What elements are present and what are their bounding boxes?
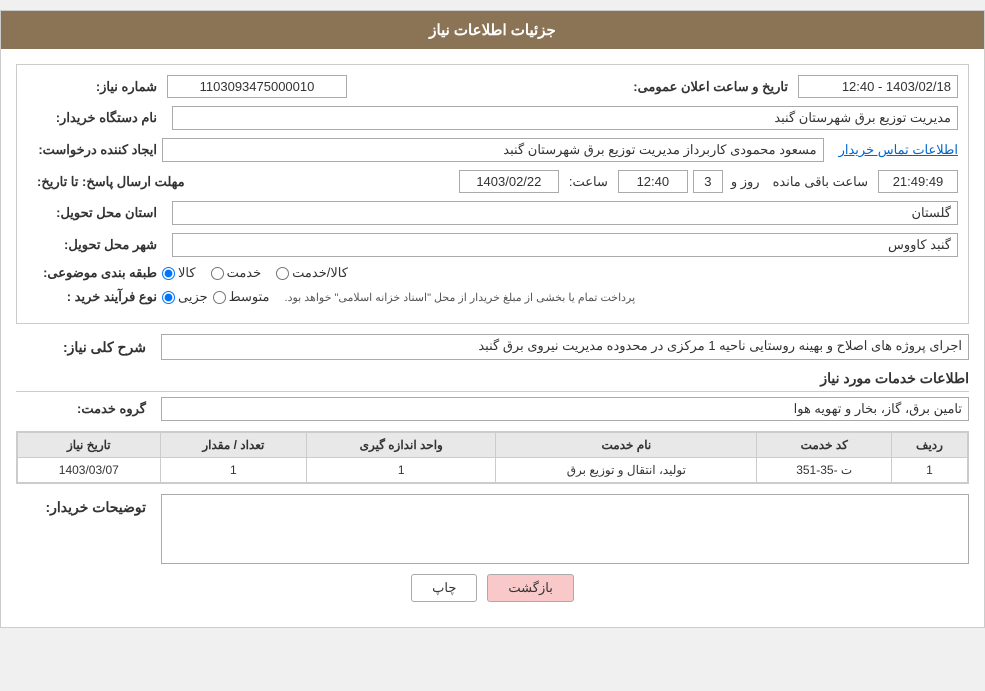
shahrMahal-value: گنبد کاووس [172,233,958,257]
page-title: جزئیات اطلاعات نیاز [429,22,556,39]
tozihatKharidar-textarea[interactable] [161,494,969,564]
mohlatErsalPasokh-label: مهلت ارسال پاسخ: تا تاریخ: [37,174,185,190]
noeFarayand-mottavaset[interactable]: متوسط [213,289,270,305]
print-button[interactable]: چاپ [411,574,477,602]
saat-value: 12:40 [618,170,688,193]
saatBaghimande-label: ساعت باقی مانده [773,174,868,190]
tabaqebandi-label: طبقه بندی موضوعی: [37,265,157,281]
ijadKonande-group: اطلاعات تماس خریدار مسعود محمودی کاربردا… [162,138,958,162]
back-button[interactable]: بازگشت [487,574,573,602]
table-cell: ت -35-351 [757,458,891,483]
sharheKolli-value: اجرای پروژه های اصلاح و بهینه روستایی نا… [161,334,969,360]
table-cell: تولید، انتقال و توزیع برق [496,458,757,483]
namDastgah-label: نام دستگاه خریدار: [37,110,157,126]
row-tabaqebandi: کالا/خدمت خدمت کالا طبقه بندی موضوعی: [27,265,958,281]
noeFarayand-jezii[interactable]: جزیی [162,289,208,305]
tabaqebandi-kala[interactable]: کالا [162,265,196,281]
tabaqebandi-kalaKhedmat[interactable]: کالا/خدمت [276,265,348,281]
noeFarayand-desc: پرداخت تمام یا بخشی از مبلغ خریدار از مح… [285,291,636,304]
etelaatTamass-link[interactable]: اطلاعات تماس خریدار [839,142,958,158]
kalaKhedmat-label: کالا/خدمت [292,265,348,281]
khedmat-label: خدمت [227,265,262,281]
khedmat-radio[interactable] [211,267,224,280]
row-shahrMahal: گنبد کاووس شهر محل تحویل: [27,233,958,257]
ijadKonande-value: مسعود محمودی کاربرداز مدیریت توزیع برق ش… [162,138,824,162]
row-sharheKolli: اجرای پروژه های اصلاح و بهینه روستایی نا… [16,334,969,360]
row-ostandMahal: گلستان استان محل تحویل: [27,201,958,225]
jezii-radio[interactable] [162,291,175,304]
tarikh-value: 1403/02/18 - 12:40 [798,75,958,98]
tarikh-group: 1403/02/18 - 12:40 تاریخ و ساعت اعلان عم… [623,75,958,98]
shomareNiaz-group: 1103093475000010 شماره نیاز: [27,75,347,98]
saatBaghimande-value: 21:49:49 [878,170,958,193]
buttons-row: بازگشت چاپ [16,574,969,612]
main-form-section: 1403/02/18 - 12:40 تاریخ و ساعت اعلان عم… [16,64,969,324]
row-namDastgah: مدیریت توزیع برق شهرستان گنبد نام دستگاه… [27,106,958,130]
sharheKolli-label: شرح کلی نیاز: [26,339,146,356]
mottavaset-label: متوسط [229,289,270,305]
content: 1403/02/18 - 12:40 تاریخ و ساعت اعلان عم… [1,49,984,627]
ijadKonande-label: ایجاد کننده درخواست: [37,142,157,158]
shomareNiaz-value: 1103093475000010 [167,75,347,98]
saat-label: ساعت: [569,174,608,190]
col-kodKhedmat: کد خدمت [757,433,891,458]
row-grooheKhedmat: تامین برق، گاز، بخار و تهویه هوا گروه خد… [16,397,969,421]
grooheKhedmat-label: گروه خدمت: [26,401,146,417]
namDastgah-value: مدیریت توزیع برق شهرستان گنبد [172,106,958,130]
col-radif: ردیف [891,433,967,458]
kala-radio[interactable] [162,267,175,280]
table-row: 1ت -35-351تولید، انتقال و توزیع برق11140… [18,458,968,483]
tabaqebandi-radios: کالا/خدمت خدمت کالا [162,265,958,281]
tabaqebandi-khedmat[interactable]: خدمت [211,265,262,281]
mohlat-group: 21:49:49 ساعت باقی مانده روز و 3 12:40 س… [190,170,958,193]
services-table-section: ردیف کد خدمت نام خدمت واحد اندازه گیری ت… [16,431,969,484]
mottavaset-radio[interactable] [213,291,226,304]
ettelaatKhadamat-title: اطلاعات خدمات مورد نیاز [16,370,969,392]
table-cell: 1 [891,458,967,483]
tozihatKharidar-label: توضیحات خریدار: [26,499,146,516]
row-tozihatKharidar: توضیحات خریدار: [16,494,969,564]
kalaKhedmat-radio[interactable] [276,267,289,280]
page-header: جزئیات اطلاعات نیاز [1,11,984,49]
noeFarayand-label: نوع فرآیند خرید : [37,289,157,305]
col-tarikh: تاریخ نیاز [18,433,161,458]
date1-value: 1403/02/22 [459,170,559,193]
row-ijadKonande: اطلاعات تماس خریدار مسعود محمودی کاربردا… [27,138,958,162]
noeFarayand-group: پرداخت تمام یا بخشی از مبلغ خریدار از مح… [162,289,958,305]
jezii-label: جزیی [178,289,208,305]
col-namKhedmat: نام خدمت [496,433,757,458]
grooheKhedmat-value: تامین برق، گاز، بخار و تهویه هوا [161,397,969,421]
kala-label: کالا [178,265,196,281]
col-tedad: تعداد / مقدار [160,433,307,458]
ostandMahal-value: گلستان [172,201,958,225]
row-mohlatErsalPasokh: 21:49:49 ساعت باقی مانده روز و 3 12:40 س… [27,170,958,193]
page-wrapper: جزئیات اطلاعات نیاز 1403/02/18 - 12:40 ت… [0,10,985,628]
row-noeFarayand: پرداخت تمام یا بخشی از مبلغ خریدار از مح… [27,289,958,305]
services-table: ردیف کد خدمت نام خدمت واحد اندازه گیری ت… [17,432,968,483]
tarikh-label: تاریخ و ساعت اعلان عمومی: [633,79,788,95]
table-cell: 1 [307,458,496,483]
table-cell: 1 [160,458,307,483]
ostandMahal-label: استان محل تحویل: [37,205,157,221]
roz-label: روز و [731,174,760,190]
row-shomareNiaz: 1403/02/18 - 12:40 تاریخ و ساعت اعلان عم… [27,75,958,98]
roz-value: 3 [693,170,723,193]
col-vahed: واحد اندازه گیری [307,433,496,458]
shomareNiaz-label: شماره نیاز: [37,79,157,95]
shahrMahal-label: شهر محل تحویل: [37,237,157,253]
table-cell: 1403/03/07 [18,458,161,483]
